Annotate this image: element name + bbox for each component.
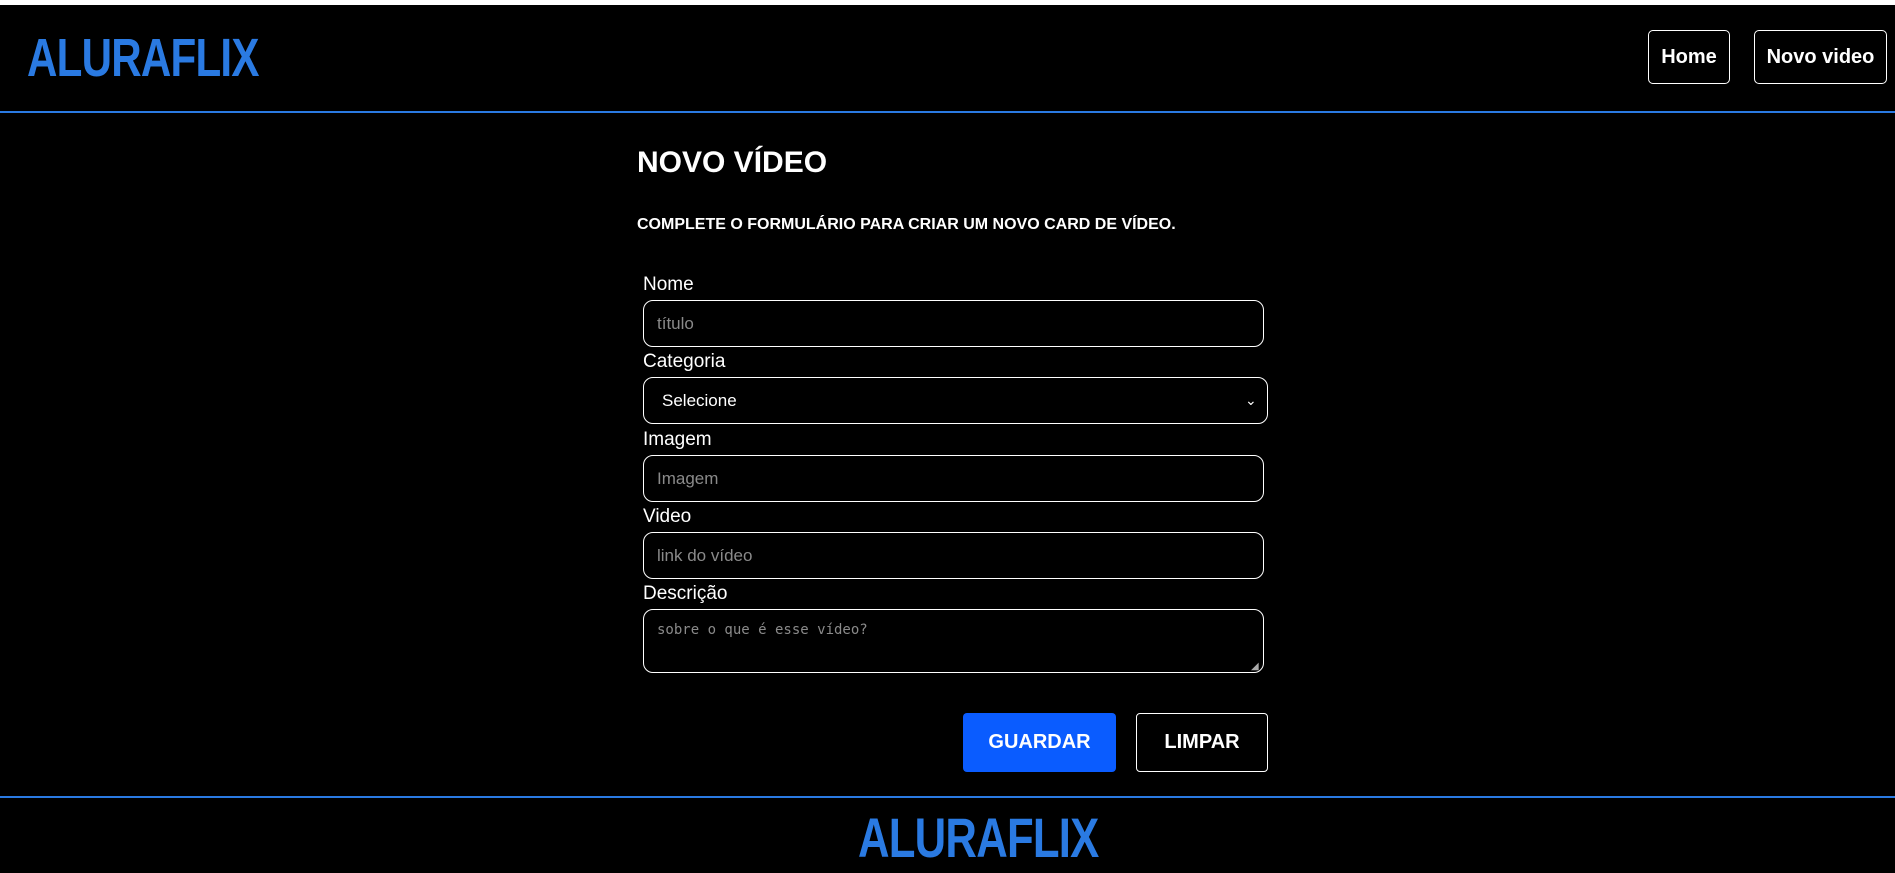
header-logo[interactable]: ALURAFLIX [27,31,259,85]
footer-logo: ALURAFLIX [858,806,1099,869]
descricao-label: Descrição [643,583,728,604]
page-subtitle: COMPLETE O FORMULÁRIO PARA CRIAR UM NOVO… [637,216,1176,233]
main-content: NOVO VÍDEO COMPLETE O FORMULÁRIO PARA CR… [0,113,1895,796]
site-footer: ALURAFLIX [0,796,1895,873]
categoria-selected-value: Selecione [662,390,737,410]
guardar-button[interactable]: GUARDAR [963,713,1116,772]
page-title: NOVO VÍDEO [637,146,828,179]
categoria-label: Categoria [643,351,726,372]
imagem-label: Imagem [643,429,712,450]
resize-handle-icon[interactable]: ◢ [1251,661,1259,672]
categoria-select[interactable]: Selecione [643,377,1268,424]
video-label: Video [643,506,692,527]
imagem-input[interactable] [643,455,1264,502]
descricao-textarea[interactable] [643,609,1264,673]
nav-home-button[interactable]: Home [1648,30,1730,84]
site-header: ALURAFLIX Home Novo video [0,5,1895,113]
video-link-input[interactable] [643,532,1264,579]
nav-novo-video-button[interactable]: Novo video [1754,30,1887,84]
page: ALURAFLIX Home Novo video NOVO VÍDEO COM… [0,0,1895,873]
limpar-button[interactable]: LIMPAR [1136,713,1268,772]
nome-input[interactable] [643,300,1264,347]
nome-label: Nome [643,274,694,295]
